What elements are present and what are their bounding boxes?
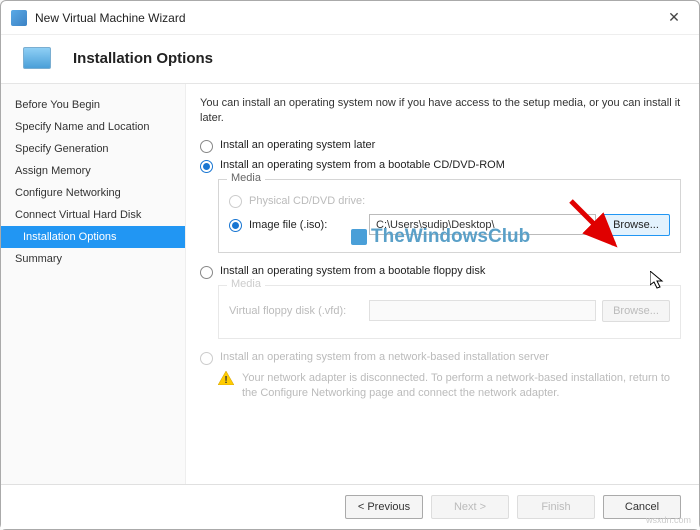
finish-button: Finish xyxy=(517,495,595,519)
sidebar-item-before-you-begin[interactable]: Before You Begin xyxy=(1,94,185,116)
window-title: New Virtual Machine Wizard xyxy=(35,11,659,25)
wizard-body: Before You Begin Specify Name and Locati… xyxy=(1,83,699,484)
label-iso: Image file (.iso): xyxy=(249,219,327,231)
network-warning-text: Your network adapter is disconnected. To… xyxy=(242,371,681,402)
floppy-legend: Media xyxy=(227,278,265,290)
option-install-later[interactable]: Install an operating system later xyxy=(200,139,681,153)
label-install-cd: Install an operating system from a boota… xyxy=(220,159,505,171)
option-install-floppy[interactable]: Install an operating system from a boota… xyxy=(200,265,681,279)
label-physical-drive: Physical CD/DVD drive: xyxy=(249,195,365,207)
page-title: Installation Options xyxy=(73,50,213,67)
floppy-fieldset: Media Virtual floppy disk (.vfd): Browse… xyxy=(218,285,681,339)
network-warning: ! Your network adapter is disconnected. … xyxy=(218,371,681,402)
next-button: Next > xyxy=(431,495,509,519)
wizard-footer: < Previous Next > Finish Cancel xyxy=(1,484,699,529)
iso-path-input[interactable] xyxy=(369,214,596,235)
media-legend: Media xyxy=(227,172,265,184)
label-install-later: Install an operating system later xyxy=(220,139,375,151)
label-install-floppy: Install an operating system from a boota… xyxy=(220,265,485,277)
sidebar-item-specify-generation[interactable]: Specify Generation xyxy=(1,138,185,160)
radio-physical-drive xyxy=(229,195,242,208)
image-credit: wsxdn.com xyxy=(646,515,691,525)
app-icon xyxy=(11,10,27,26)
row-floppy: Virtual floppy disk (.vfd): Browse... xyxy=(229,300,670,322)
sidebar-item-connect-vhd[interactable]: Connect Virtual Hard Disk xyxy=(1,204,185,226)
svg-text:!: ! xyxy=(224,375,227,385)
sidebar-item-assign-memory[interactable]: Assign Memory xyxy=(1,160,185,182)
sidebar-item-summary[interactable]: Summary xyxy=(1,248,185,270)
previous-button[interactable]: < Previous xyxy=(345,495,423,519)
radio-install-floppy[interactable] xyxy=(200,266,213,279)
intro-text: You can install an operating system now … xyxy=(200,96,681,127)
row-physical-drive: Physical CD/DVD drive: xyxy=(229,194,670,208)
label-floppy-file: Virtual floppy disk (.vfd): xyxy=(229,305,346,317)
wizard-header: Installation Options xyxy=(1,35,699,83)
close-button[interactable]: ✕ xyxy=(659,9,689,26)
row-iso: Image file (.iso): Browse... xyxy=(229,214,670,236)
wizard-content: You can install an operating system now … xyxy=(186,84,699,484)
radio-install-network xyxy=(200,352,213,365)
sidebar-item-specify-name[interactable]: Specify Name and Location xyxy=(1,116,185,138)
floppy-path-input xyxy=(369,300,596,321)
radio-install-later[interactable] xyxy=(200,140,213,153)
radio-iso[interactable] xyxy=(229,219,242,232)
sidebar-item-configure-networking[interactable]: Configure Networking xyxy=(1,182,185,204)
titlebar: New Virtual Machine Wizard ✕ xyxy=(1,1,699,35)
wizard-window: New Virtual Machine Wizard ✕ Installatio… xyxy=(0,0,700,530)
option-install-network: Install an operating system from a netwo… xyxy=(200,351,681,365)
media-fieldset: Media Physical CD/DVD drive: Image file … xyxy=(218,179,681,253)
sidebar-item-installation-options[interactable]: Installation Options xyxy=(1,226,185,248)
option-install-cd[interactable]: Install an operating system from a boota… xyxy=(200,159,681,173)
browse-floppy-button: Browse... xyxy=(602,300,670,322)
wizard-steps-sidebar: Before You Begin Specify Name and Locati… xyxy=(1,84,186,484)
browse-iso-button[interactable]: Browse... xyxy=(602,214,670,236)
header-icon xyxy=(23,47,51,69)
label-install-network: Install an operating system from a netwo… xyxy=(220,351,549,363)
warning-icon: ! xyxy=(218,371,234,385)
radio-install-cd[interactable] xyxy=(200,160,213,173)
